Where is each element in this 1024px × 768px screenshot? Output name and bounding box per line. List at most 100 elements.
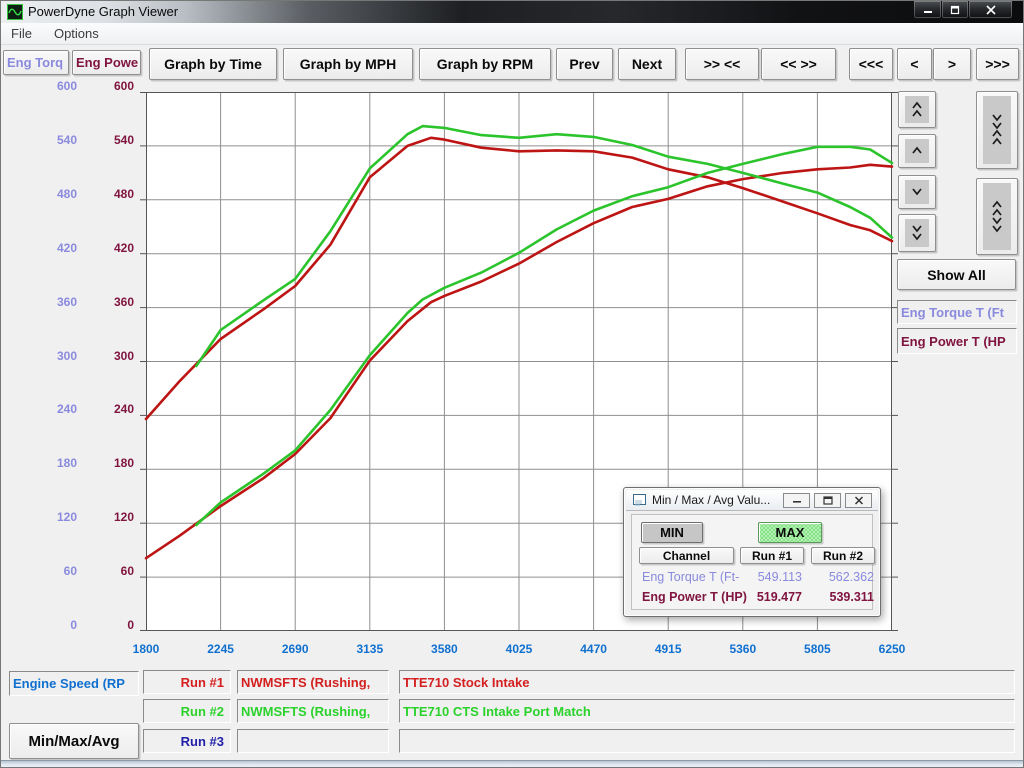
rpm-axis-tick: 4025 (506, 642, 533, 656)
y-axis-expand-button[interactable] (976, 178, 1018, 255)
torque-axis-tick: 600 (13, 79, 77, 93)
power-axis-tick: 480 (71, 187, 134, 201)
torque-axis-tick: 240 (13, 402, 77, 416)
zoom-in-x-button[interactable]: >> << (685, 48, 759, 80)
y-axis-compress-button[interactable] (976, 91, 1018, 169)
rpm-axis-tick: 5805 (804, 642, 831, 656)
power-row-channel: Eng Power T (HP) (642, 590, 747, 604)
torque-axis-tick: 180 (13, 456, 77, 470)
torque-axis-tick: 60 (13, 564, 77, 578)
power-run2-max: 539.311 (812, 590, 874, 604)
run2-comment-field[interactable]: NWMSFTS (Rushing, (237, 699, 389, 723)
power-axis-tick: 420 (71, 241, 134, 255)
window-title: PowerDyne Graph Viewer (28, 4, 178, 19)
min-toggle-button[interactable]: MIN (641, 522, 703, 543)
torque-axis-tick: 120 (13, 510, 77, 524)
max-toggle-button[interactable]: MAX (758, 522, 822, 543)
scroll-far-right-button[interactable]: >>> (976, 48, 1019, 80)
run2-label: Run #2 (143, 699, 231, 723)
rpm-axis-tick: 5360 (729, 642, 756, 656)
menu-file[interactable]: File (11, 26, 32, 41)
rpm-axis-tick: 2245 (207, 642, 234, 656)
graph-by-time-button[interactable]: Graph by Time (149, 48, 277, 80)
run1-description-field[interactable]: TTE710 Stock Intake (399, 670, 1015, 694)
run1-comment-field[interactable]: NWMSFTS (Rushing, (237, 670, 389, 694)
run2-column-header[interactable]: Run #2 (811, 547, 875, 564)
powerdyne-window: PowerDyne Graph Viewer File Options Eng … (0, 0, 1024, 768)
double-down-chevron-icon (905, 219, 929, 247)
y-scale-up-fast-button[interactable] (898, 91, 936, 128)
minmax-minimize-button[interactable] (783, 493, 810, 508)
channel-column-header[interactable]: Channel (639, 547, 734, 564)
torque-axis-tick: 0 (13, 618, 77, 632)
minmaxavg-button[interactable]: Min/Max/Avg (9, 723, 139, 759)
double-up-chevron-icon (905, 96, 929, 123)
window-bottom-frame (1, 760, 1024, 768)
torque-axis-tick: 420 (13, 241, 77, 255)
power-axis-tick: 120 (71, 510, 134, 524)
torque-axis-tick: 300 (13, 349, 77, 363)
minmax-values-window[interactable]: Min / Max / Avg Valu... MIN MAX Channel … (623, 487, 881, 617)
menu-options[interactable]: Options (54, 26, 99, 41)
close-button[interactable] (968, 1, 1013, 19)
y-scale-up-button[interactable] (898, 134, 936, 168)
down-chevron-icon (905, 180, 929, 204)
torque-axis-tick: 360 (13, 295, 77, 309)
rpm-axis-tick: 1800 (133, 642, 160, 656)
torque-row-channel: Eng Torque T (Ft- (642, 570, 739, 584)
power-channel-button[interactable]: Eng Powe (72, 50, 141, 75)
maximize-button[interactable] (941, 1, 969, 19)
prev-button[interactable]: Prev (556, 48, 613, 80)
power-axis-tick: 60 (71, 564, 134, 578)
power-axis-tick: 540 (71, 133, 134, 147)
run3-label: Run #3 (143, 729, 231, 753)
run3-comment-field[interactable] (237, 729, 389, 753)
rpm-axis-tick: 6250 (879, 642, 906, 656)
graph-by-mph-button[interactable]: Graph by MPH (283, 48, 413, 80)
title-bar[interactable]: PowerDyne Graph Viewer (1, 1, 1024, 23)
x-axis-channel-button[interactable]: Engine Speed (RP (9, 671, 139, 696)
minmax-window-body: MIN MAX Channel Run #1 Run #2 Eng Torque… (631, 514, 873, 610)
run1-column-header[interactable]: Run #1 (740, 547, 804, 564)
collapse-vertical-icon (983, 96, 1011, 164)
next-button[interactable]: Next (618, 48, 676, 80)
up-chevron-icon (905, 139, 929, 163)
torque-channel-button[interactable]: Eng Torq (3, 50, 69, 75)
power-axis-tick: 180 (71, 456, 134, 470)
scroll-left-button[interactable]: < (897, 48, 932, 80)
minmax-window-titlebar[interactable]: Min / Max / Avg Valu... (626, 490, 878, 511)
power-legend[interactable]: Eng Power T (HP (897, 328, 1017, 354)
run3-description-field[interactable] (399, 729, 1015, 753)
run1-label: Run #1 (143, 670, 231, 694)
minmax-window-title: Min / Max / Avg Valu... (652, 493, 770, 507)
torque-run1-max: 549.113 (740, 570, 802, 584)
rpm-axis-tick: 3580 (431, 642, 458, 656)
minimize-button[interactable] (913, 1, 942, 19)
power-axis-tick: 0 (71, 618, 134, 632)
graph-by-rpm-button[interactable]: Graph by RPM (419, 48, 551, 80)
minmax-maximize-button[interactable] (814, 493, 841, 508)
document-icon (633, 494, 646, 505)
y-scale-down-fast-button[interactable] (898, 214, 936, 252)
scroll-far-left-button[interactable]: <<< (849, 48, 893, 80)
expand-vertical-icon (983, 183, 1011, 250)
power-axis-tick: 600 (71, 79, 134, 93)
torque-run2-max: 562.362 (812, 570, 874, 584)
power-run1-max: 519.477 (740, 590, 802, 604)
scroll-right-button[interactable]: > (933, 48, 971, 80)
zoom-out-x-button[interactable]: << >> (761, 48, 836, 80)
rpm-axis-tick: 4915 (655, 642, 682, 656)
minmax-close-button[interactable] (845, 493, 872, 508)
power-axis-tick: 300 (71, 349, 134, 363)
y-scale-down-button[interactable] (898, 175, 936, 209)
run2-description-field[interactable]: TTE710 CTS Intake Port Match (399, 699, 1015, 723)
torque-axis-tick: 540 (13, 133, 77, 147)
show-all-button[interactable]: Show All (897, 259, 1016, 290)
rpm-axis-tick: 4470 (580, 642, 607, 656)
torque-axis-tick: 480 (13, 187, 77, 201)
power-axis-tick: 360 (71, 295, 134, 309)
torque-legend[interactable]: Eng Torque T (Ft (897, 300, 1017, 324)
menu-bar: File Options (1, 23, 1024, 45)
power-axis-tick: 240 (71, 402, 134, 416)
oscilloscope-icon (7, 4, 23, 20)
